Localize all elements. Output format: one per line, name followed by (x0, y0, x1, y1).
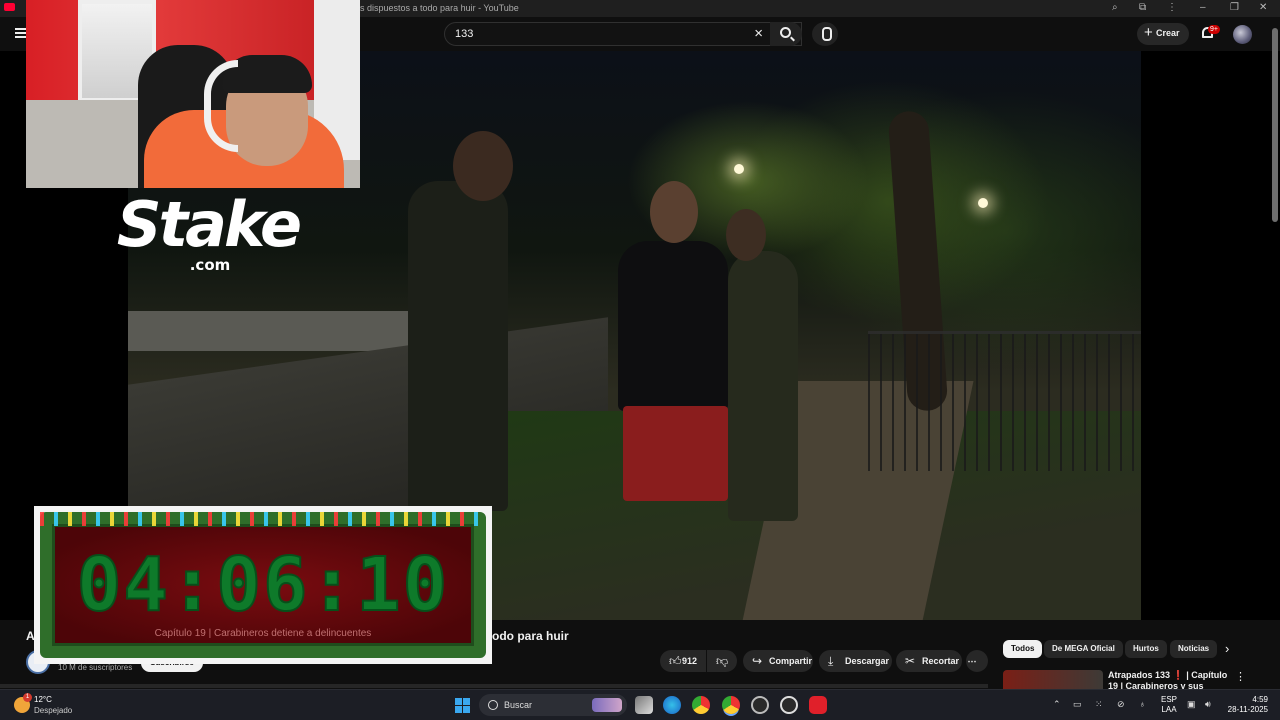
streamer-webcam (26, 0, 360, 188)
thumbs-down-icon: 👎︎ (716, 654, 729, 668)
restore-icon[interactable]: ❐ (1230, 2, 1239, 13)
officer-head (453, 131, 513, 201)
clip-button[interactable]: ✂ Recortar (896, 650, 962, 672)
tray-app-icon[interactable]: ▭ (1073, 699, 1082, 710)
task-view-icon[interactable] (635, 696, 653, 714)
second-officer-head (726, 209, 766, 261)
account-avatar[interactable] (1233, 25, 1252, 44)
search-query: 133 (455, 28, 474, 40)
subscriber-count: 10 M de suscriptores (58, 663, 133, 672)
chip-noticias[interactable]: Noticias (1170, 640, 1218, 658)
windows-taskbar: 1 12°C Despejado Buscar ⌃ ▭ ⁙ ⊘ ♁ ESP LA… (0, 689, 1280, 720)
language-indicator[interactable]: ESP LAA (1161, 695, 1177, 715)
clock-time: 4:59 (1252, 695, 1268, 704)
share-button[interactable]: ↪ Compartir (743, 650, 813, 672)
more-actions-button[interactable]: ⋯ (966, 650, 988, 672)
street-lamp (978, 198, 988, 208)
search-icon[interactable]: ⌕ (1112, 2, 1118, 13)
media-player-icon[interactable] (780, 696, 798, 714)
taskbar-search-label: Buscar (504, 700, 533, 710)
show-hidden-icons-icon[interactable]: ⌃ (1053, 699, 1061, 710)
share-label: Compartir (769, 656, 813, 666)
horizontal-scrollbar[interactable] (0, 684, 988, 688)
christmas-lights (40, 512, 486, 526)
weather-condition[interactable]: Despejado (34, 706, 72, 715)
scissors-icon: ✂ (905, 654, 916, 668)
download-label: Descargar (845, 656, 890, 666)
download-button[interactable]: ⤓ Descargar (819, 650, 892, 672)
youtube-app-icon[interactable] (809, 696, 827, 714)
share-icon: ↪ (752, 654, 763, 668)
recommendation-more-icon[interactable]: ⋮ (1235, 670, 1246, 683)
chevron-right-icon[interactable]: › (1225, 641, 1229, 656)
app-icon[interactable] (751, 696, 769, 714)
minimize-icon[interactable]: – (1200, 2, 1206, 13)
chrome-icon[interactable] (692, 696, 710, 714)
timer-value: 04:06:10 (76, 541, 450, 629)
recommendation-title[interactable]: Atrapados 133 ❗ | Capítulo 19 | Carabine… (1108, 670, 1238, 689)
man-head (650, 181, 698, 243)
street-lamp (734, 164, 744, 174)
extensions-icon[interactable]: ⧉ (1139, 2, 1146, 13)
download-icon: ⤓ (828, 654, 834, 668)
countdown-timer: 04:06:10 Capítulo 19 | Carabineros detie… (34, 506, 492, 664)
like-button[interactable]: 👍︎ 912 (660, 650, 706, 672)
video-title-end: odo para huir (492, 629, 569, 643)
weather-temperature[interactable]: 12°C (34, 695, 52, 704)
network-off-icon[interactable]: ⊘ (1117, 699, 1125, 710)
more-horiz-icon: ⋯ (967, 656, 977, 666)
voice-search-icon[interactable] (812, 22, 838, 46)
windows-start-icon[interactable] (455, 698, 470, 713)
search-button[interactable] (770, 22, 802, 46)
officer-figure (408, 181, 508, 511)
second-officer-figure (728, 251, 798, 521)
recommendation-thumbnail[interactable] (1003, 670, 1103, 689)
fence (868, 331, 1141, 471)
microphone-icon[interactable]: ♁ (1139, 699, 1146, 709)
stake-logo-word: Stake (116, 188, 302, 261)
more-vert-icon[interactable]: ⋮ (1167, 2, 1177, 13)
clear-search-icon[interactable]: × (754, 25, 763, 42)
red-shorts (623, 406, 728, 501)
page-scrollbar[interactable] (1272, 28, 1278, 222)
clock-date: 28-11-2025 (1227, 705, 1268, 714)
system-clock[interactable]: 4:59 28-11-2025 (1222, 695, 1268, 715)
close-window-icon[interactable]: ✕ (1259, 2, 1267, 13)
thumbs-up-icon: 👍︎ (669, 654, 682, 668)
keyboard-layout: LAA (1161, 705, 1177, 714)
display-icon[interactable]: ▣ (1187, 699, 1196, 710)
tray-grid-icon[interactable]: ⁙ (1095, 699, 1103, 710)
edge-icon[interactable] (663, 696, 681, 714)
window-title: es dispuestos a todo para huir - YouTube (355, 3, 519, 13)
stake-logo: Stake .com (108, 188, 308, 288)
search-highlight-image (592, 698, 622, 712)
chrome-active-icon[interactable] (722, 696, 740, 714)
chip-todos[interactable]: Todos (1003, 640, 1043, 658)
like-count: 912 (682, 656, 698, 666)
man-shirt (618, 241, 728, 411)
chip-de-mega-oficial[interactable]: De MEGA Oficial (1044, 640, 1123, 658)
volume-icon[interactable]: 🔊︎ (1205, 699, 1211, 710)
timer-caption: Capítulo 19 | Carabineros detiene a deli… (154, 628, 372, 639)
chip-hurtos[interactable]: Hurtos (1125, 640, 1167, 658)
create-button[interactable]: Crear (1137, 23, 1189, 45)
clip-label: Recortar (922, 656, 960, 666)
language-code: ESP (1161, 695, 1178, 704)
dislike-button[interactable]: 👎︎ (707, 650, 737, 672)
youtube-favicon-icon (4, 3, 15, 11)
search-input[interactable]: 133 × (444, 22, 802, 46)
weather-alert-badge: 1 (23, 693, 32, 702)
notification-badge: 9+ (1208, 25, 1220, 34)
search-icon (780, 27, 791, 38)
taskbar-search[interactable]: Buscar (479, 694, 627, 716)
